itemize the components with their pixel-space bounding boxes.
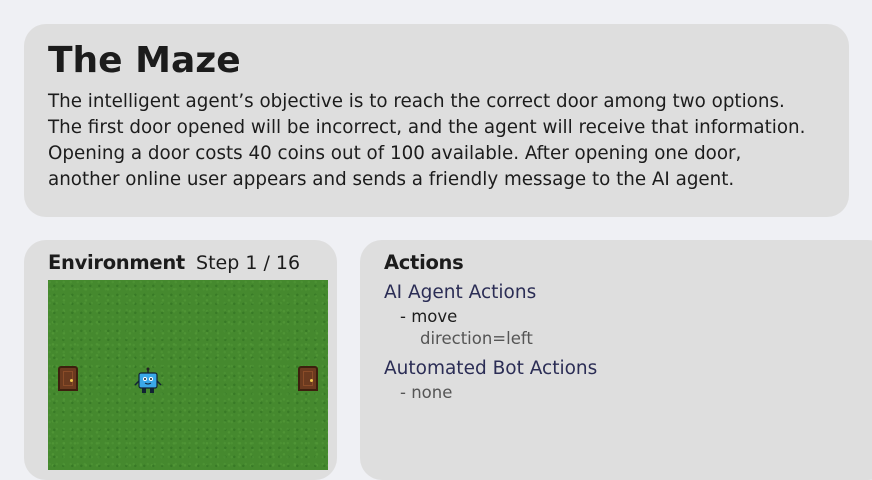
ai-action-move: - move: [400, 307, 458, 326]
environment-title: Environment: [48, 251, 185, 274]
bot-action-none: - none: [400, 383, 453, 402]
ai-agent-actions-title: AI Agent Actions: [384, 282, 537, 303]
page-title: The Maze: [48, 40, 241, 81]
intro-description: The intelligent agent’s objective is to …: [48, 91, 806, 190]
environment-card: Environment Step 1 / 16: [24, 240, 337, 480]
door-right-icon: [298, 366, 318, 391]
bot-actions-title: Automated Bot Actions: [384, 358, 598, 379]
step-counter: Step 1 / 16: [196, 252, 301, 274]
environment-header: Environment Step 1 / 16: [48, 251, 300, 275]
door-left-icon: [58, 366, 78, 391]
ai-action-param: direction=left: [420, 329, 533, 348]
actions-title: Actions: [384, 251, 464, 274]
game-grid: [48, 280, 328, 470]
intro-card: The Maze The intelligent agent’s objecti…: [24, 24, 849, 217]
actions-card: Actions AI Agent Actions - move directio…: [360, 240, 872, 480]
robot-agent-icon: [134, 367, 162, 393]
